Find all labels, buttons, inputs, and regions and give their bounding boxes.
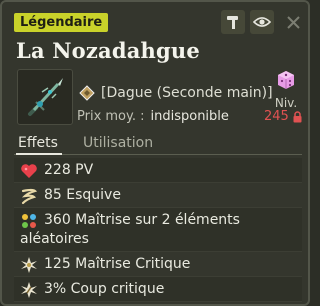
item-type: [Dague (Seconde main)] <box>101 85 273 101</box>
effect-row: 3% Coup critique <box>14 277 302 302</box>
item-category-icon <box>79 85 95 101</box>
critical-mastery-icon <box>21 257 37 273</box>
tab-utilisation[interactable]: Utilisation <box>83 135 153 151</box>
item-type-row: [Dague (Seconde main)] <box>79 84 273 102</box>
effects-list: 228 PV 85 Esquive 360 Maîtrise sur 2 élé… <box>14 158 302 302</box>
price-label: Prix moy. : <box>77 109 145 124</box>
eye-icon <box>253 17 271 27</box>
effect-row: 125 Maîtrise Critique <box>14 252 302 277</box>
effect-text: 85 Esquive <box>44 187 121 203</box>
lock-icon <box>293 110 302 122</box>
heart-icon <box>21 164 37 178</box>
item-image <box>17 69 73 125</box>
dagger-icon <box>28 78 63 116</box>
dodge-icon <box>21 188 38 205</box>
rarity-badge: Légendaire <box>14 13 109 32</box>
critical-hit-icon <box>21 282 37 298</box>
effect-text: 125 Maîtrise Critique <box>44 256 191 272</box>
item-tooltip: Légendaire La Nozadahgue [Dague (Seconde… <box>0 0 310 306</box>
effect-row: 85 Esquive <box>14 183 302 208</box>
effect-text: 228 PV <box>44 162 94 178</box>
level-label: Niv. <box>274 96 298 110</box>
effect-row: 360 Maîtrise sur 2 éléments aléatoires <box>14 208 302 252</box>
hammer-icon <box>227 16 238 29</box>
effect-text-continued: aléatoires <box>20 231 89 247</box>
level-box: Niv. <box>268 70 304 110</box>
tab-effets[interactable]: Effets <box>16 135 62 155</box>
level-value: 245 <box>264 109 289 124</box>
price-value: indisponible <box>150 109 229 124</box>
elements-icon <box>22 214 36 228</box>
close-button[interactable] <box>281 10 305 34</box>
effect-text: 3% Coup critique <box>44 281 165 297</box>
item-name: La Nozadahgue <box>16 38 200 63</box>
dice-icon <box>278 71 294 89</box>
effect-row: 228 PV <box>14 158 302 183</box>
recipe-button[interactable] <box>221 10 245 34</box>
price-row: Prix moy. : indisponible <box>77 109 229 124</box>
tab-bar: Effets Utilisation <box>14 132 302 155</box>
level-value-row: 245 <box>264 109 303 124</box>
preview-button[interactable] <box>250 10 274 34</box>
close-icon <box>286 15 300 29</box>
effect-text: 360 Maîtrise sur 2 éléments <box>44 212 240 228</box>
